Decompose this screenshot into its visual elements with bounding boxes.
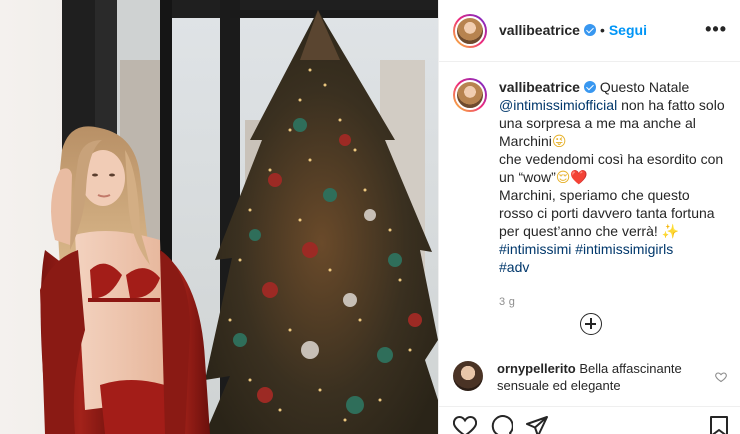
comment-item: ornypellerito Bella affascinante sensual… [453,360,733,394]
caption-line-3: che vedendomi così ha esordito con un “w… [499,151,724,185]
caption-line-3-wrap: che vedendomi così ha esordito con un “w… [499,150,727,186]
relieved-emoji-icon: 😌 [555,169,571,185]
comment-like-heart-icon[interactable] [715,370,727,388]
load-more-comments-button[interactable] [580,313,602,335]
hashtag-link[interactable]: #adv [499,258,727,276]
post-sidebar: vallibeatrice • Segui ••• vallibeatrice Qu… [438,0,740,434]
hashtag-link[interactable]: #intimissimi [499,241,571,257]
share-paper-plane-icon[interactable] [525,415,549,434]
hashtags-row: #intimissimi #intimissimigirls [499,240,727,258]
post-header: vallibeatrice • Segui ••• [439,0,740,62]
mention-link[interactable]: @intimissimiofficial [499,97,617,113]
caption-line-4-wrap: Marchini, speriamo che questo rosso ci p… [499,186,727,240]
more-options-icon[interactable]: ••• [705,20,727,38]
caption-line-1: Questo Natale [599,79,690,95]
caption-avatar[interactable] [453,78,487,112]
wink-emoji-icon: 😜 [551,133,567,149]
save-bookmark-icon[interactable] [709,415,729,434]
comment-bubble-icon[interactable] [489,415,514,434]
follow-button[interactable]: Segui [609,22,647,38]
post-photo[interactable] [0,0,438,434]
hashtag-link[interactable]: #intimissimigirls [575,241,673,257]
heart-emoji-icon: ❤️ [570,169,588,185]
sparkles-emoji-icon: ✨ [661,223,680,239]
caption-username[interactable]: vallibeatrice [499,79,580,95]
comment-text: ornypellerito Bella affascinante sensual… [497,360,687,394]
caption-area: vallibeatrice Questo Natale @intimissimi… [439,62,740,344]
caption-text: vallibeatrice Questo Natale @intimissimi… [499,78,727,311]
caption-line-4: Marchini, speriamo che questo rosso ci p… [499,187,715,239]
comment-username[interactable]: ornypellerito [497,361,576,376]
comment-avatar[interactable] [453,361,483,391]
like-heart-icon[interactable] [452,415,478,434]
verified-badge-icon [583,23,596,36]
action-bar [439,406,740,434]
author-block: vallibeatrice • Segui [499,22,647,40]
caption: vallibeatrice Questo Natale @intimissimi… [453,78,727,311]
header-separator: • [599,21,605,38]
author-avatar[interactable] [453,13,487,48]
author-username[interactable]: vallibeatrice [499,22,580,38]
verified-badge-icon [583,81,596,93]
post-image [0,0,438,434]
post-age[interactable]: 3 g [499,293,727,311]
